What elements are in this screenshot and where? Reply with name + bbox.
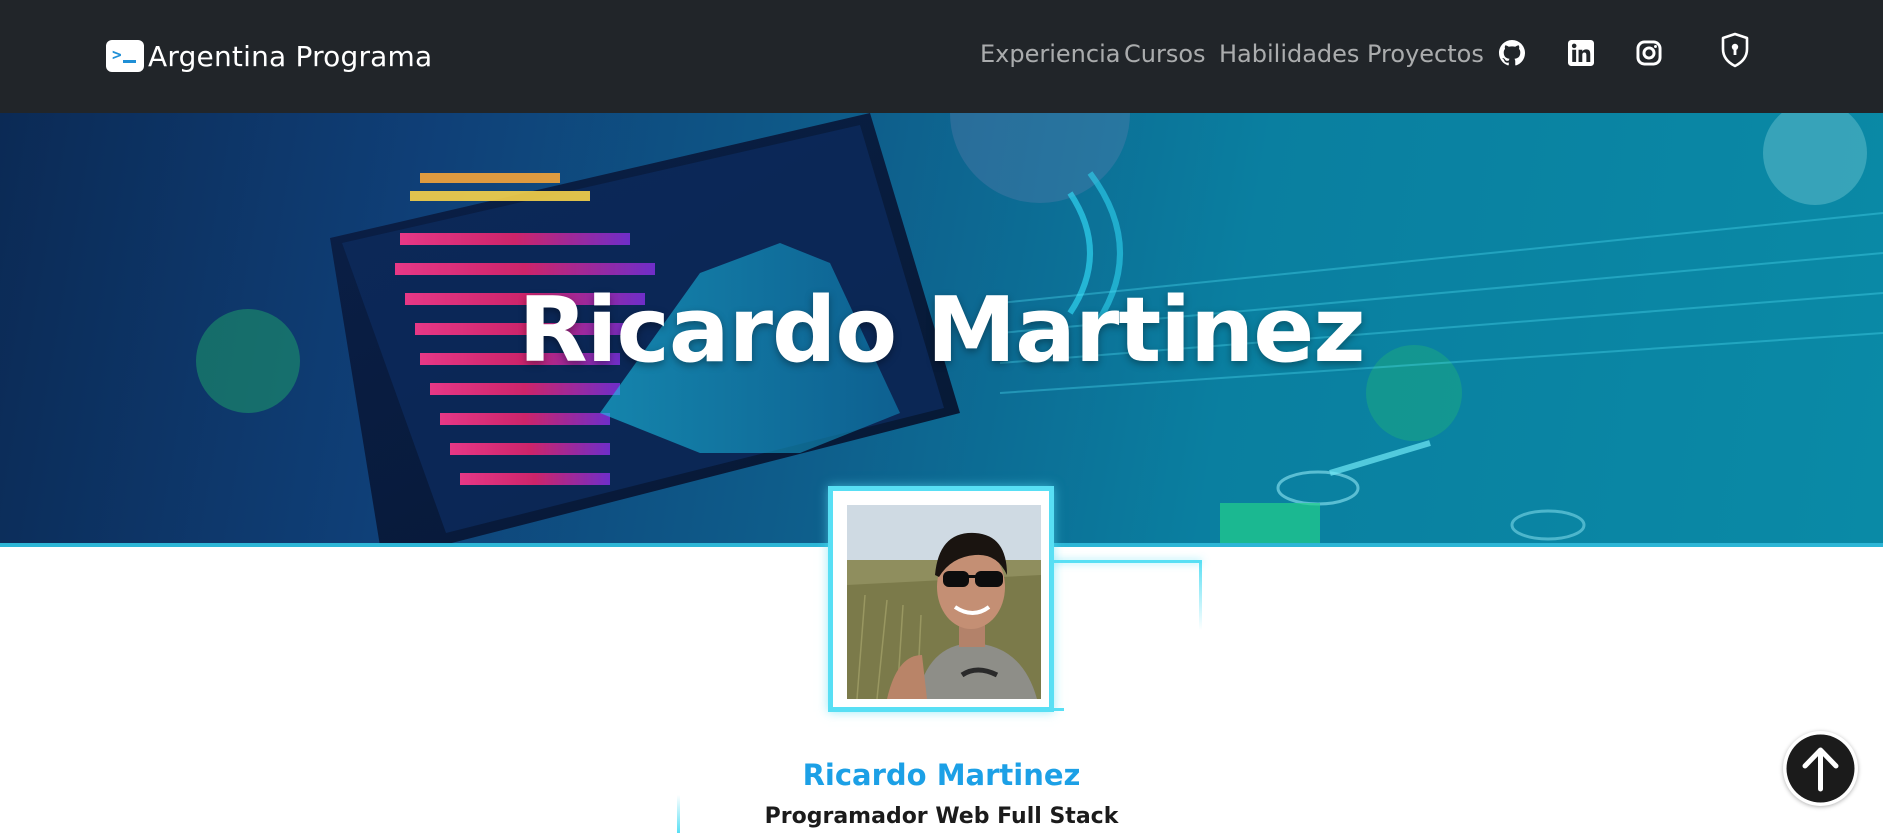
hero-banner: Ricardo Martinez: [0, 113, 1883, 546]
brand-link[interactable]: > Argentina Programa: [106, 36, 432, 76]
profile-name: Ricardo Martinez: [802, 758, 1081, 792]
profile-photo: [847, 505, 1041, 699]
nav-link-cursos[interactable]: Cursos: [1124, 40, 1206, 68]
brand-name: Argentina Programa: [148, 39, 433, 73]
navbar: > Argentina Programa Experiencia Cursos …: [0, 0, 1883, 113]
hero-title: Ricardo Martinez: [518, 278, 1365, 383]
terminal-icon: >: [106, 40, 144, 72]
arrow-up-circle-icon: [1786, 734, 1855, 803]
photo-accent-line-vertical: [1199, 560, 1202, 630]
nav-link-habilidades[interactable]: Habilidades: [1219, 40, 1359, 68]
profile-photo-frame: [828, 486, 1054, 712]
login-shield-icon[interactable]: [1720, 32, 1750, 72]
profile-role: Programador Web Full Stack: [764, 804, 1119, 829]
photo-accent-line: [1050, 560, 1202, 563]
photo-accent-corner: [1054, 708, 1064, 711]
nav-link-proyectos[interactable]: Proyectos: [1367, 40, 1484, 68]
back-to-top-button[interactable]: [1783, 731, 1858, 806]
instagram-icon[interactable]: [1636, 40, 1662, 70]
linkedin-icon[interactable]: [1568, 40, 1594, 70]
nav-link-experiencia[interactable]: Experiencia: [980, 40, 1120, 68]
github-icon[interactable]: [1499, 40, 1526, 70]
